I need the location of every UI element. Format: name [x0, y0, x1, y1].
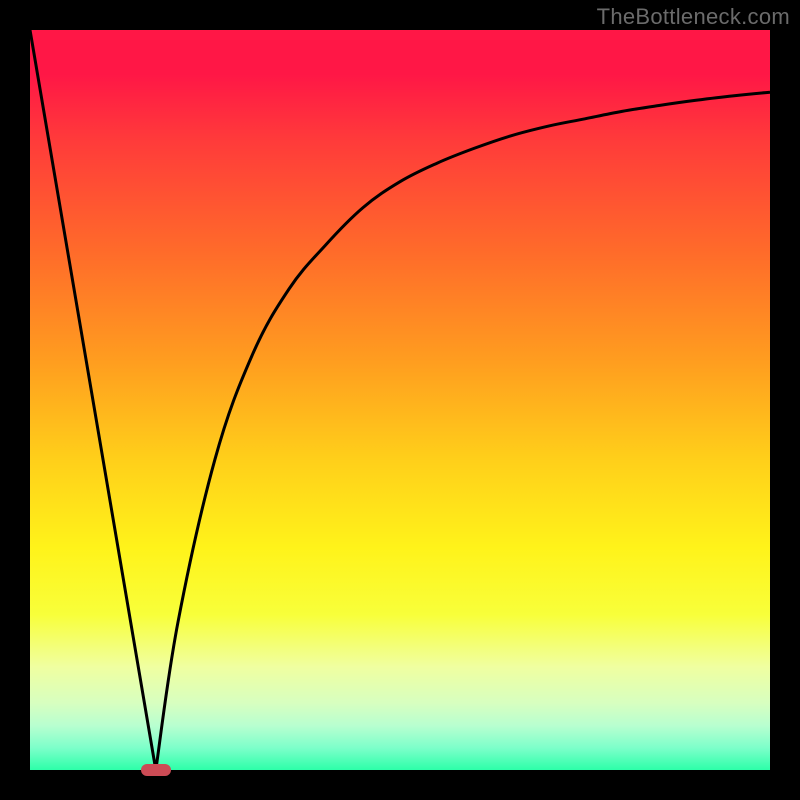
- watermark-text: TheBottleneck.com: [597, 4, 790, 30]
- chart-frame: TheBottleneck.com: [0, 0, 800, 800]
- optimum-marker: [141, 764, 171, 776]
- bottleneck-curve: [30, 30, 770, 770]
- curve-path: [30, 30, 770, 770]
